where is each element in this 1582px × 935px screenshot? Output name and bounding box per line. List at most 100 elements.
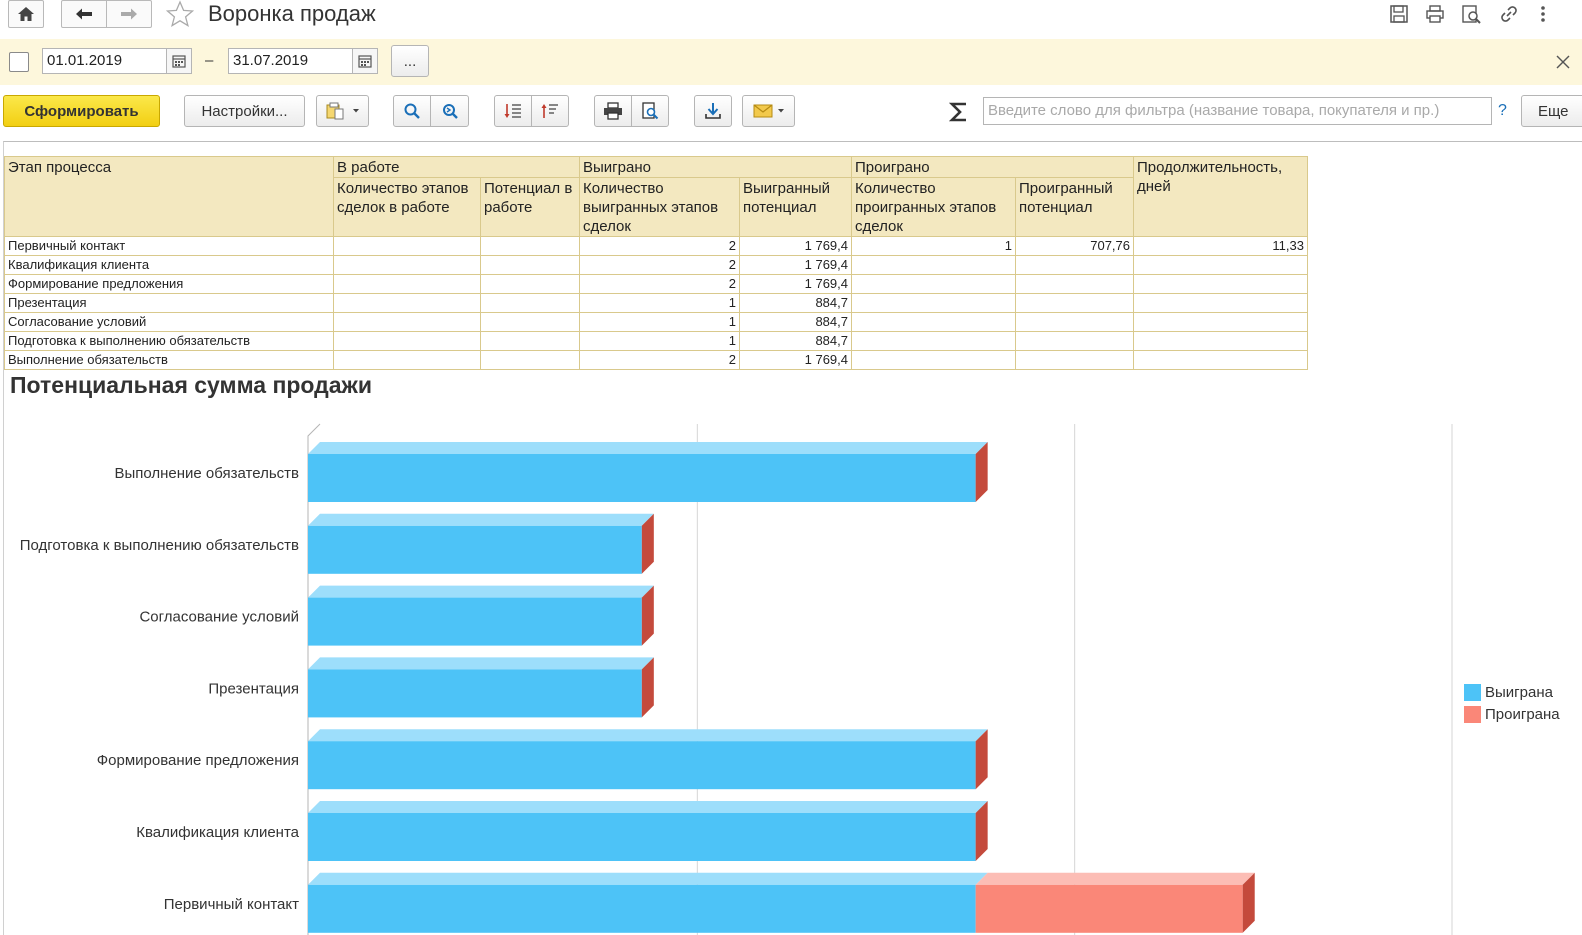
table-row[interactable]: Формирование предложения 2 1 769,4 xyxy=(4,274,1308,294)
print-preview-button[interactable] xyxy=(631,95,669,127)
table-row[interactable]: Презентация 1 884,7 xyxy=(4,293,1308,313)
preview-icon[interactable] xyxy=(1461,4,1481,24)
cell-in-work-potential xyxy=(480,350,580,370)
header-row-groups: Этап процесса В работе Выиграно Проигран… xyxy=(4,156,1308,237)
bar-top-lost xyxy=(975,872,1255,885)
more-vertical-icon[interactable] xyxy=(1533,4,1553,24)
bar-won xyxy=(308,454,976,502)
cell-stage: Презентация xyxy=(4,293,334,313)
sum-icon[interactable] xyxy=(949,101,969,123)
help-link[interactable]: ? xyxy=(1498,102,1507,120)
cell-in-work-count xyxy=(333,312,481,332)
search-next-icon xyxy=(442,104,458,119)
link-icon[interactable] xyxy=(1499,4,1519,24)
cell-in-work-count xyxy=(333,274,481,294)
cell-lost-count: 1 xyxy=(851,236,1016,256)
cell-won-potential: 884,7 xyxy=(739,312,852,332)
variants-button[interactable] xyxy=(316,95,369,127)
bar-top-won xyxy=(308,442,988,454)
close-panel-icon[interactable] xyxy=(1556,55,1570,69)
table-row[interactable]: Выполнение обязательств 2 1 769,4 xyxy=(4,350,1308,370)
cell-stage: Формирование предложения xyxy=(4,274,334,294)
category-label: Первичный контакт xyxy=(164,896,299,913)
save-to-file-button[interactable] xyxy=(694,95,732,127)
legend-label-won: Выиграна xyxy=(1485,684,1553,701)
category-label: Квалификация клиента xyxy=(136,824,299,841)
period-end-calendar-button[interactable] xyxy=(352,48,378,74)
expand-groups-button[interactable] xyxy=(494,95,532,127)
arrow-left-icon xyxy=(76,8,92,20)
collapse-groups-button[interactable] xyxy=(531,95,569,127)
table-row[interactable]: Квалификация клиента 2 1 769,4 xyxy=(4,255,1308,275)
cell-won-potential: 884,7 xyxy=(739,331,852,351)
cell-won-potential: 1 769,4 xyxy=(739,350,852,370)
cell-won-count: 2 xyxy=(579,274,740,294)
home-button[interactable] xyxy=(8,0,44,28)
cell-lost-potential xyxy=(1015,312,1134,332)
potential-sum-chart: Выполнение обязательств Подготовка к выпо… xyxy=(20,423,1453,935)
category-label: Подготовка к выполнению обязательств xyxy=(20,537,299,554)
cell-duration xyxy=(1133,312,1308,332)
cell-won-potential: 1 769,4 xyxy=(739,274,852,294)
search-icon xyxy=(404,103,420,119)
cell-in-work-potential xyxy=(480,236,580,256)
cell-lost-potential xyxy=(1015,255,1134,275)
settings-button[interactable]: Настройки... xyxy=(184,95,305,127)
filter-input[interactable]: Введите слово для фильтра (название това… xyxy=(983,97,1492,125)
back-button[interactable] xyxy=(61,0,107,28)
cell-won-count: 1 xyxy=(579,312,740,332)
more-button[interactable]: Еще xyxy=(1521,95,1582,127)
category-label: Выполнение обязательств xyxy=(114,465,299,482)
cell-in-work-count xyxy=(333,255,481,275)
search-next-button[interactable] xyxy=(430,95,469,127)
cell-won-count: 1 xyxy=(579,293,740,313)
favorite-star-icon[interactable] xyxy=(165,0,195,28)
cell-in-work-potential xyxy=(480,274,580,294)
header-won-potential: Выигранный потенциал xyxy=(739,177,852,237)
print-icon[interactable] xyxy=(1425,4,1445,24)
period-end-input[interactable]: 31.07.2019 xyxy=(228,48,353,74)
bar-lost xyxy=(975,884,1243,933)
printer-icon xyxy=(604,102,622,120)
cell-stage: Квалификация клиента xyxy=(4,255,334,275)
cell-stage: Подготовка к выполнению обязательств xyxy=(4,331,334,351)
legend-item-lost: Проиграна xyxy=(1464,706,1560,723)
cell-lost-potential xyxy=(1015,331,1134,351)
header-in-work: В работе xyxy=(333,156,580,178)
cell-won-count: 2 xyxy=(579,255,740,275)
save-icon[interactable] xyxy=(1389,4,1409,24)
cell-lost-count xyxy=(851,274,1016,294)
cell-lost-potential xyxy=(1015,350,1134,370)
generate-button[interactable]: Сформировать xyxy=(3,95,160,127)
cell-duration xyxy=(1133,255,1308,275)
collapse-groups-icon xyxy=(541,104,558,118)
report-table: Этап процесса В работе Выиграно Проигран… xyxy=(4,156,1308,370)
table-row[interactable]: Подготовка к выполнению обязательств 1 8… xyxy=(4,331,1308,351)
header-duration: Продолжительность, дней xyxy=(1133,156,1308,237)
bar-won xyxy=(308,669,642,718)
bar-top-won xyxy=(308,513,654,526)
arrow-right-icon xyxy=(121,8,137,20)
send-email-button[interactable] xyxy=(742,95,795,127)
bar-won xyxy=(308,813,976,861)
forward-button[interactable] xyxy=(106,0,152,28)
table-row[interactable]: Первичный контакт 2 1 769,4 1 707,76 11,… xyxy=(4,236,1308,256)
header-won: Выиграно xyxy=(579,156,852,178)
cell-lost-count xyxy=(851,255,1016,275)
search-button[interactable] xyxy=(393,95,431,127)
period-checkbox[interactable] xyxy=(9,52,29,72)
print-button[interactable] xyxy=(594,95,632,127)
period-select-button[interactable]: ... xyxy=(391,45,429,77)
bar-top-won xyxy=(308,657,654,670)
cell-won-potential: 1 769,4 xyxy=(739,236,852,256)
calendar-icon xyxy=(358,55,372,68)
cell-won-potential: 884,7 xyxy=(739,293,852,313)
report-variants-icon xyxy=(326,102,343,120)
cell-in-work-potential xyxy=(480,293,580,313)
period-start-input[interactable]: 01.01.2019 xyxy=(42,48,167,74)
cell-in-work-count xyxy=(333,331,481,351)
period-start-calendar-button[interactable] xyxy=(166,48,192,74)
table-row[interactable]: Согласование условий 1 884,7 xyxy=(4,312,1308,332)
header-in-work-potential: Потенциал в работе xyxy=(480,177,580,237)
bar-won xyxy=(308,597,642,646)
